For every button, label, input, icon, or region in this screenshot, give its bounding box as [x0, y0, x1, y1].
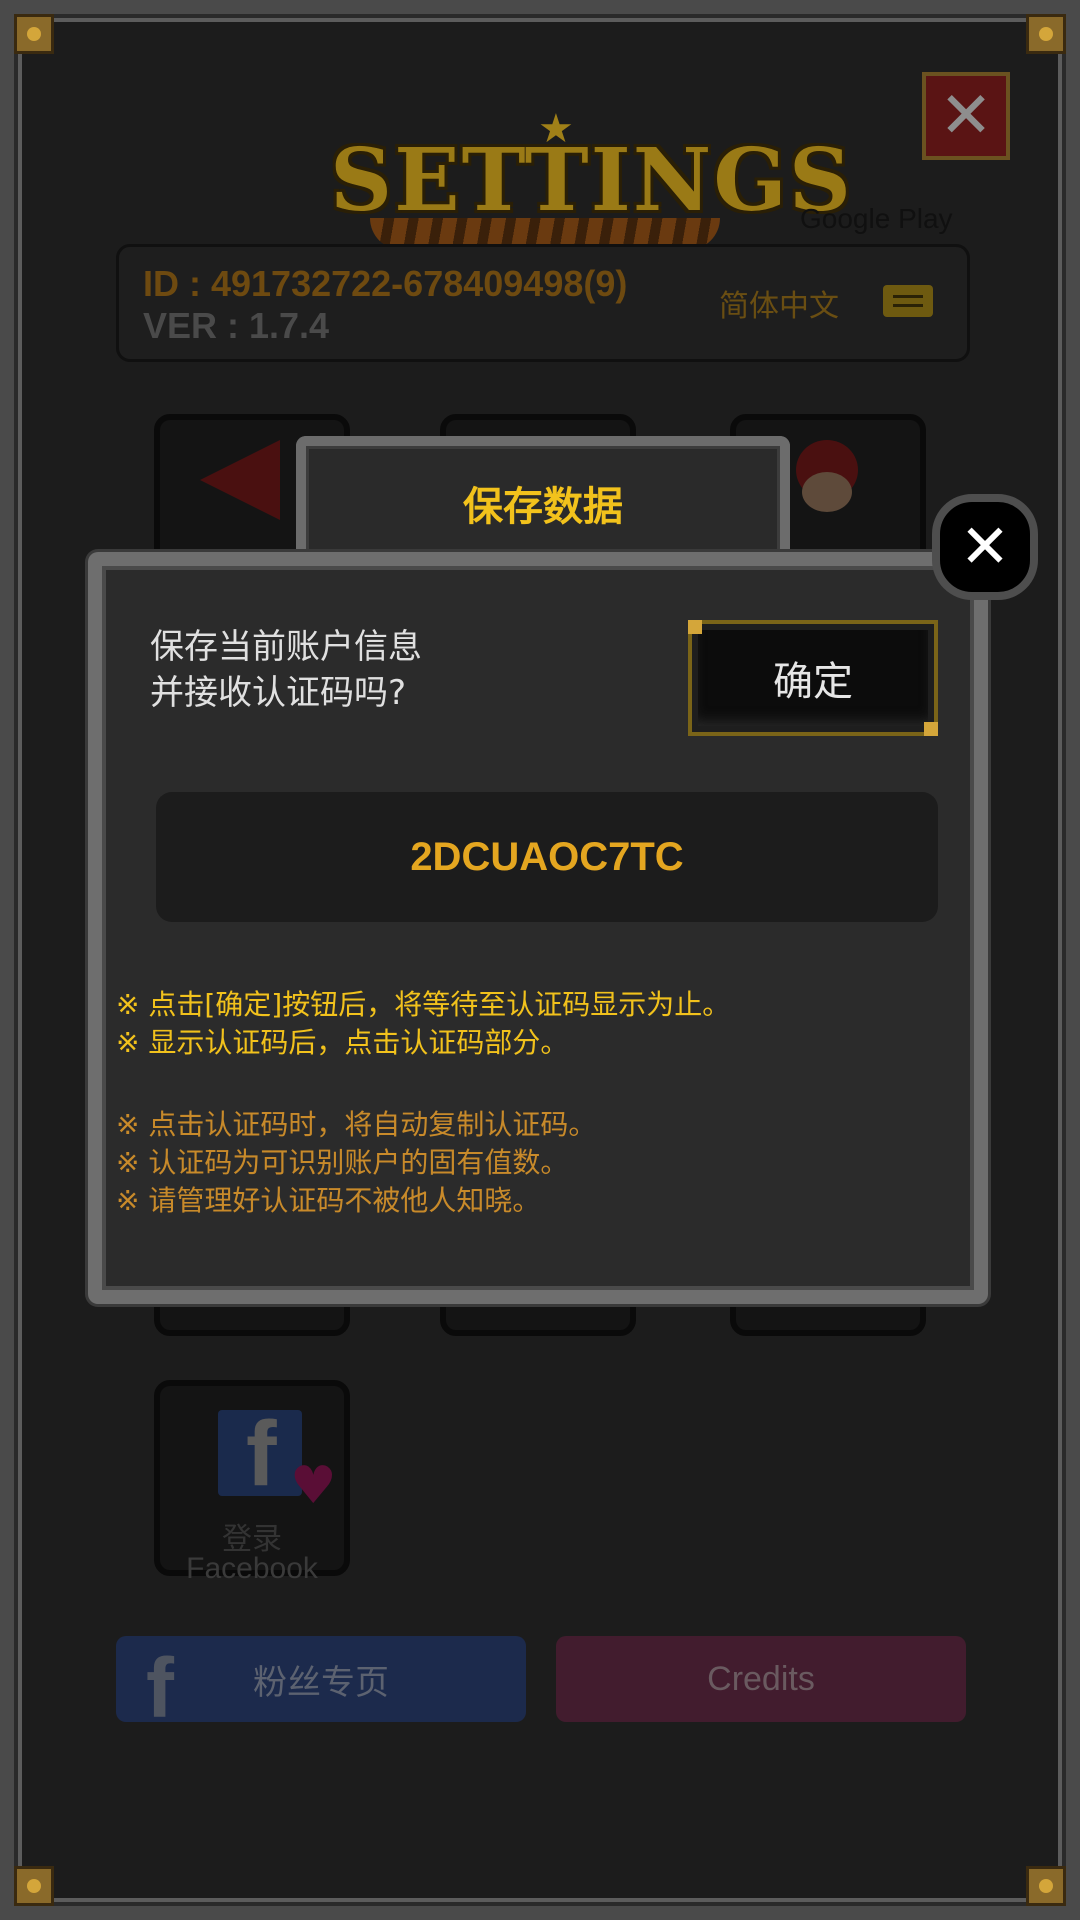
close-icon: ✕ [939, 79, 993, 153]
settings-logo: SETTINGS ★ [330, 106, 851, 250]
credits-button[interactable]: Credits [556, 1636, 966, 1722]
star-icon: ★ [538, 106, 574, 152]
prompt-line-2: 并接收认证码吗? [150, 673, 407, 713]
facebook-login-sublabel: Facebook [186, 1552, 318, 1585]
character-face-icon [802, 472, 852, 512]
language-label[interactable]: 简体中文 [719, 281, 839, 325]
note-item: ※ 请管理好认证码不被他人知晓。 [116, 1184, 541, 1217]
settings-close-button[interactable]: ✕ [922, 72, 1010, 160]
megaphone-icon [200, 440, 280, 520]
note-item: ※ 点击[确定]按钮后，将等待至认证码显示为止。 [116, 988, 731, 1021]
close-icon: ✕ [959, 512, 1011, 582]
facebook-login-tile[interactable]: f ♥ 登录 Facebook [154, 1380, 350, 1585]
facebook-icon: f [146, 1641, 174, 1735]
language-switch-icon[interactable] [883, 285, 933, 317]
google-play-label[interactable]: Google Play [800, 203, 953, 235]
heart-icon: ♥ [290, 1456, 337, 1516]
save-prompt: 保存当前账户信息 并接收认证码吗? [150, 624, 610, 716]
note-item: ※ 认证码为可识别账户的固有值数。 [116, 1146, 569, 1179]
note-item: ※ 显示认证码后，点击认证码部分。 [116, 1026, 569, 1059]
account-info-box: ID : 491732722-678409498(9) VER : 1.7.4 … [116, 244, 970, 362]
notes-list: ※ 点击[确定]按钮后，将等待至认证码显示为止。 ※ 显示认证码后，点击认证码部… [116, 986, 956, 1220]
modal-title: 保存数据 [463, 484, 623, 530]
note-item: ※ 点击认证码时，将自动复制认证码。 [116, 1108, 597, 1141]
auth-code[interactable]: 2DCUAOC7TC [410, 835, 683, 880]
fan-page-button[interactable]: f 粉丝专页 [116, 1636, 526, 1730]
modal-close-button[interactable]: ✕ [932, 494, 1038, 600]
modal-title-tab: 保存数据 [296, 436, 790, 566]
credits-label: Credits [707, 1659, 815, 1698]
fan-page-label: 粉丝专页 [253, 1662, 389, 1703]
prompt-line-1: 保存当前账户信息 [150, 627, 422, 667]
auth-code-box[interactable]: 2DCUAOC7TC [156, 792, 938, 922]
version-label: VER : 1.7.4 [143, 305, 330, 346]
account-id: ID : 491732722-678409498(9) [143, 263, 628, 304]
confirm-button[interactable]: 确定 [688, 620, 938, 736]
